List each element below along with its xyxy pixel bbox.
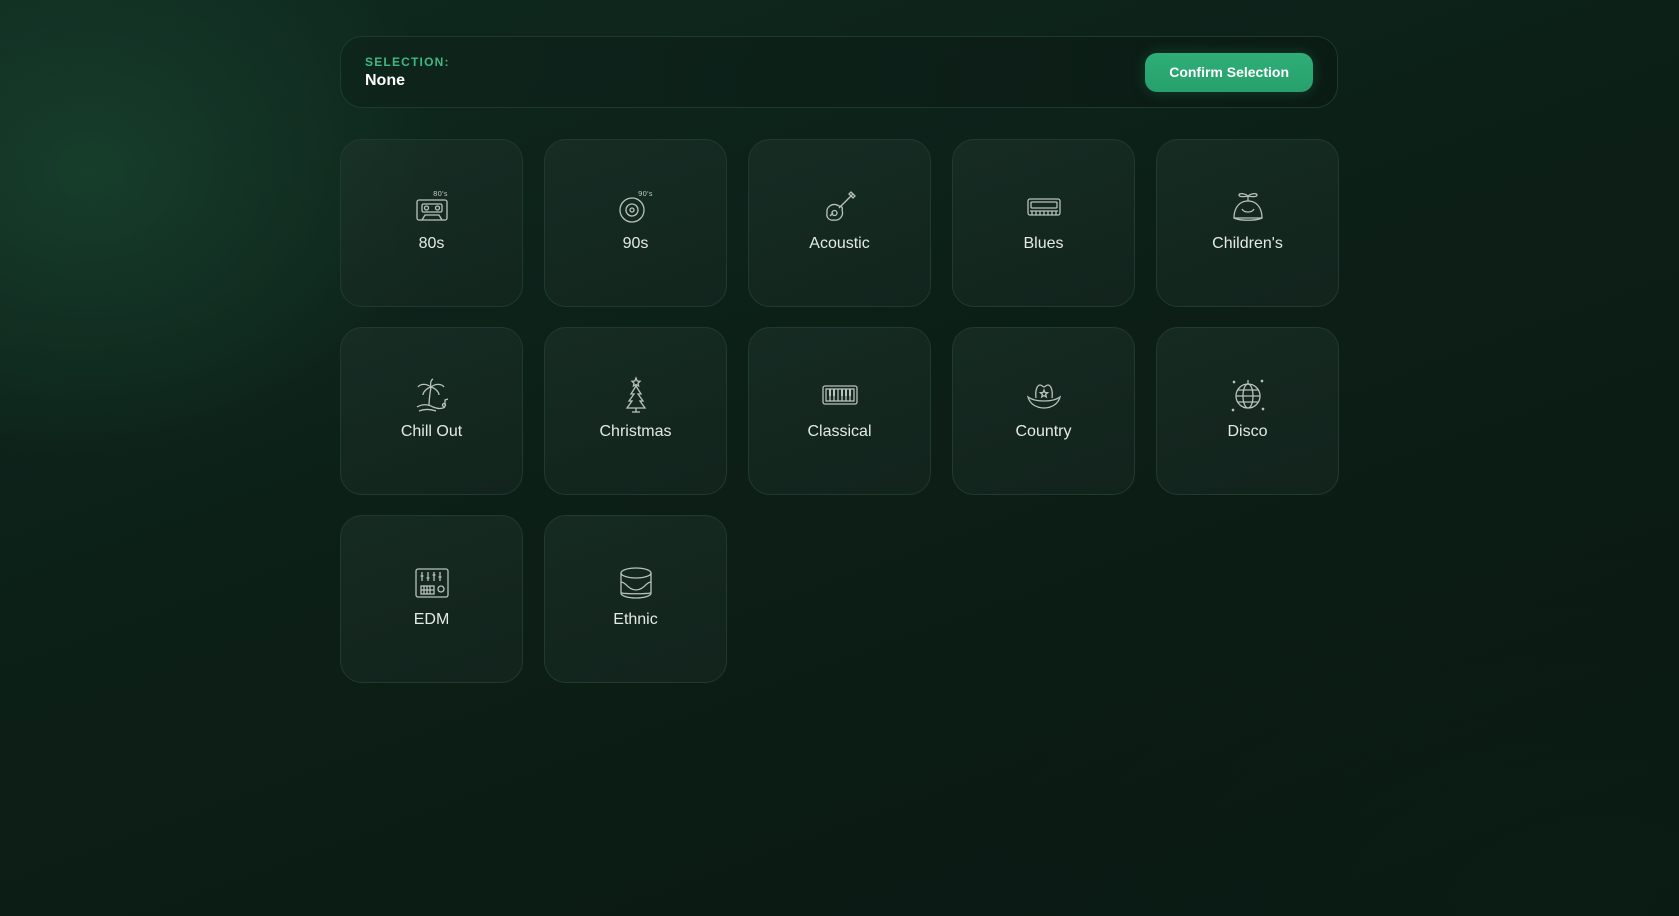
genre-card-christmas[interactable]: Christmas bbox=[544, 327, 727, 495]
piano-keys-icon bbox=[820, 375, 860, 415]
genre-label: Ethnic bbox=[613, 611, 658, 628]
genre-label: EDM bbox=[413, 611, 450, 628]
genre-label: 80s bbox=[418, 235, 445, 252]
disco-ball-icon bbox=[1228, 375, 1268, 415]
genre-grid: 80's 80s 90's 90s Acoustic Blues Childre… bbox=[340, 139, 1340, 683]
harmonica-icon bbox=[1024, 187, 1064, 227]
cowboy-hat-icon bbox=[1024, 375, 1064, 415]
genre-card-country[interactable]: Country bbox=[952, 327, 1135, 495]
selection-value: None bbox=[365, 71, 405, 89]
christmas-tree-icon bbox=[616, 375, 656, 415]
genre-card-blues[interactable]: Blues bbox=[952, 139, 1135, 307]
propeller-hat-icon bbox=[1228, 187, 1268, 227]
genre-label: Children's bbox=[1212, 235, 1283, 252]
genre-card-acoustic[interactable]: Acoustic bbox=[748, 139, 931, 307]
genre-label: Christmas bbox=[599, 423, 672, 440]
genre-card-childrens[interactable]: Children's bbox=[1156, 139, 1339, 307]
genre-label: Acoustic bbox=[809, 235, 870, 252]
genre-card-edm[interactable]: EDM bbox=[340, 515, 523, 683]
drum-icon bbox=[616, 563, 656, 603]
svg-text:90's: 90's bbox=[638, 190, 653, 198]
selection-label: SELECTION: bbox=[365, 54, 450, 69]
confirm-selection-button[interactable]: Confirm Selection bbox=[1145, 52, 1313, 92]
cassette-80s-icon: 80's bbox=[412, 187, 452, 227]
mixer-icon bbox=[412, 563, 452, 603]
genre-label: Disco bbox=[1227, 423, 1268, 440]
genre-card-90s[interactable]: 90's 90s bbox=[544, 139, 727, 307]
genre-card-chill-out[interactable]: Chill Out bbox=[340, 327, 523, 495]
genre-label: Chill Out bbox=[400, 423, 463, 440]
genre-card-80s[interactable]: 80's 80s bbox=[340, 139, 523, 307]
palm-tree-icon bbox=[412, 375, 452, 415]
genre-label: Country bbox=[1015, 423, 1072, 440]
selection-bar: SELECTION: None Confirm Selection bbox=[340, 36, 1338, 108]
svg-text:80's: 80's bbox=[433, 190, 448, 198]
guitar-icon bbox=[820, 187, 860, 227]
genre-card-ethnic[interactable]: Ethnic bbox=[544, 515, 727, 683]
genre-label: 90s bbox=[622, 235, 649, 252]
genre-label: Blues bbox=[1023, 235, 1064, 252]
cd-90s-icon: 90's bbox=[616, 187, 656, 227]
genre-card-classical[interactable]: Classical bbox=[748, 327, 931, 495]
genre-label: Classical bbox=[807, 423, 872, 440]
genre-card-disco[interactable]: Disco bbox=[1156, 327, 1339, 495]
selection-info: SELECTION: None bbox=[365, 55, 450, 90]
